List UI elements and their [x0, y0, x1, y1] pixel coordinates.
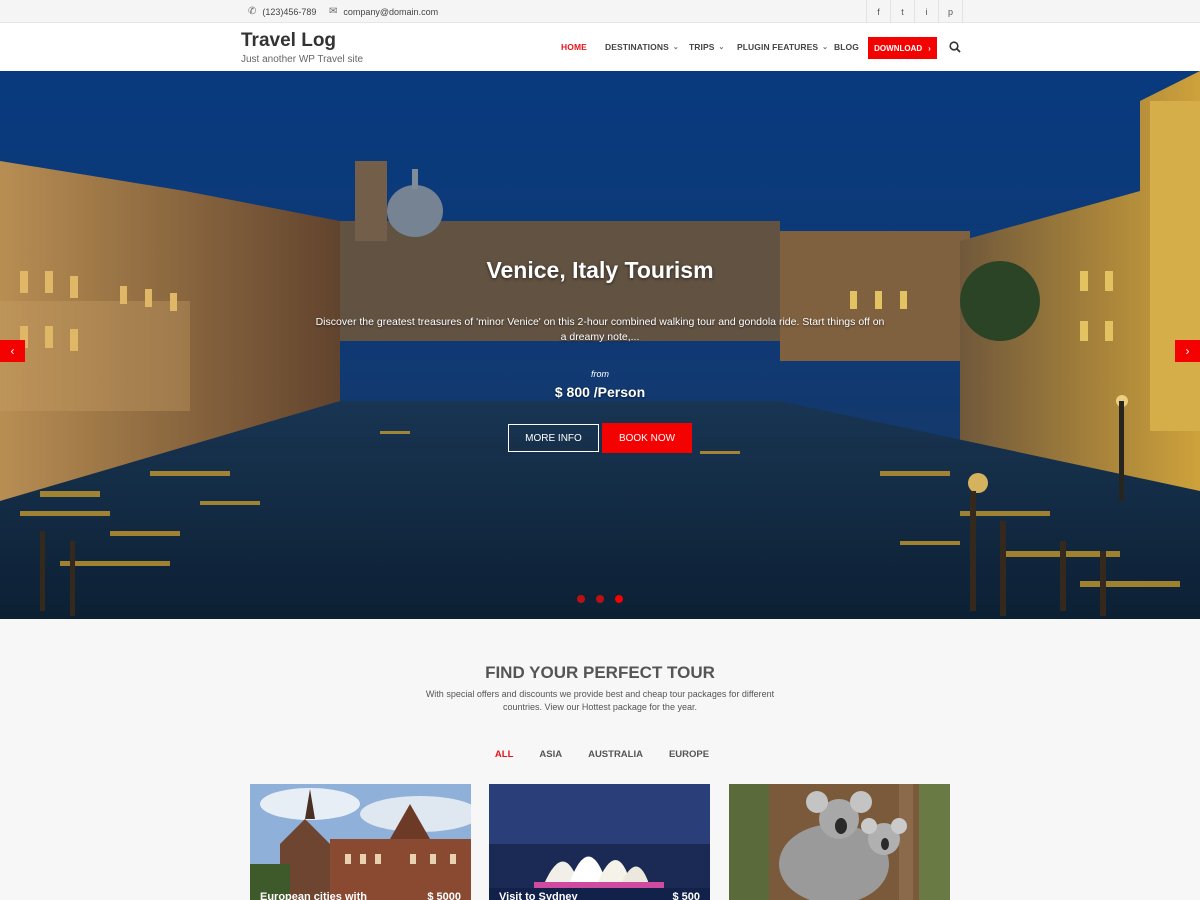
- tour-card[interactable]: Visit to Sydney $ 500: [489, 784, 710, 900]
- slider-dot-3[interactable]: [615, 595, 623, 603]
- nav-blog-label: BLOG: [834, 42, 859, 52]
- search-icon[interactable]: [948, 40, 962, 54]
- more-info-button[interactable]: MORE INFO: [508, 424, 599, 452]
- filter-all[interactable]: ALL: [491, 749, 513, 760]
- nav-item-home[interactable]: HOME: [561, 23, 587, 71]
- tour-card-price: $ 500: [672, 891, 700, 900]
- nav-item-destinations[interactable]: DESTINATIONS ⌄: [605, 23, 679, 71]
- amsterdam-image: [250, 784, 471, 900]
- next-slide-arrow-icon[interactable]: ›: [1175, 340, 1200, 362]
- sydney-opera-house-image: [489, 784, 710, 900]
- contact-phone[interactable]: ✆ (123)456-789: [248, 0, 316, 23]
- mail-icon: ✉: [329, 6, 338, 17]
- venice-canal-image: [0, 71, 1200, 619]
- twitter-icon[interactable]: t: [891, 0, 915, 23]
- nav-item-blog[interactable]: BLOG: [834, 23, 859, 71]
- download-label: DOWNLOAD: [874, 43, 923, 53]
- book-now-button[interactable]: BOOK NOW: [602, 423, 692, 453]
- slider-dot-1[interactable]: [577, 595, 585, 603]
- slider-dots: [577, 595, 623, 603]
- email-text: company@domain.com: [343, 6, 439, 17]
- hero-price: $ 800 /Person: [554, 384, 646, 400]
- social-links: f t i p: [866, 0, 963, 23]
- nav-item-plugin-features[interactable]: PLUGIN FEATURES ⌄: [737, 23, 828, 71]
- instagram-icon[interactable]: i: [915, 0, 939, 23]
- hero-slider: Venice, Italy Tourism Discover the great…: [0, 71, 1200, 619]
- nav-item-trips[interactable]: TRIPS ⌄: [689, 23, 725, 71]
- filter-australia[interactable]: AUSTRALIA: [584, 749, 643, 760]
- hero-from-label: from: [591, 369, 609, 379]
- nav-destinations-label: DESTINATIONS: [605, 42, 669, 52]
- koala-image: [729, 784, 950, 900]
- chevron-down-icon: ⌄: [822, 44, 829, 51]
- nav-plugin-features-label: PLUGIN FEATURES: [737, 42, 819, 52]
- tours-subtitle: With special offers and discounts we pro…: [425, 689, 775, 712]
- filter-europe[interactable]: EUROPE: [665, 749, 709, 760]
- nav-home-label: HOME: [561, 42, 587, 52]
- tour-filters: ALL ASIA AUSTRALIA EUROPE: [0, 749, 1200, 760]
- facebook-icon[interactable]: f: [867, 0, 891, 23]
- hero-title: Venice, Italy Tourism: [486, 257, 714, 283]
- site-tagline: Just another WP Travel site: [241, 54, 364, 65]
- top-bar: ✆ (123)456-789 ✉ company@domain.com f t …: [0, 0, 1200, 23]
- chevron-down-icon: ⌄: [672, 44, 679, 51]
- tour-card[interactable]: [729, 784, 950, 900]
- tours-title: FIND YOUR PERFECT TOUR: [485, 663, 715, 682]
- tour-card-price: $ 5000: [427, 891, 461, 900]
- chevron-right-icon: ›: [928, 43, 931, 53]
- tour-card-name: European cities with: [260, 891, 367, 900]
- slider-dot-2[interactable]: [596, 595, 604, 603]
- prev-slide-arrow-icon[interactable]: ‹: [0, 340, 25, 362]
- contact-email[interactable]: ✉ company@domain.com: [329, 0, 438, 23]
- filter-asia[interactable]: ASIA: [535, 749, 562, 760]
- download-button[interactable]: DOWNLOAD ›: [868, 37, 937, 59]
- chevron-down-icon: ⌄: [718, 44, 725, 51]
- phone-icon: ✆: [248, 6, 257, 17]
- phone-text: (123)456-789: [262, 6, 317, 17]
- tour-card-name: Visit to Sydney: [499, 891, 578, 900]
- tours-section: FIND YOUR PERFECT TOUR With special offe…: [0, 619, 1200, 900]
- tour-card[interactable]: European cities with $ 5000: [250, 784, 471, 900]
- site-header: Travel Log Just another WP Travel site H…: [0, 23, 1200, 71]
- hero-description: Discover the greatest treasures of 'mino…: [315, 316, 885, 343]
- pinterest-icon[interactable]: p: [939, 0, 963, 23]
- nav-trips-label: TRIPS: [689, 42, 715, 52]
- site-title[interactable]: Travel Log: [241, 30, 336, 52]
